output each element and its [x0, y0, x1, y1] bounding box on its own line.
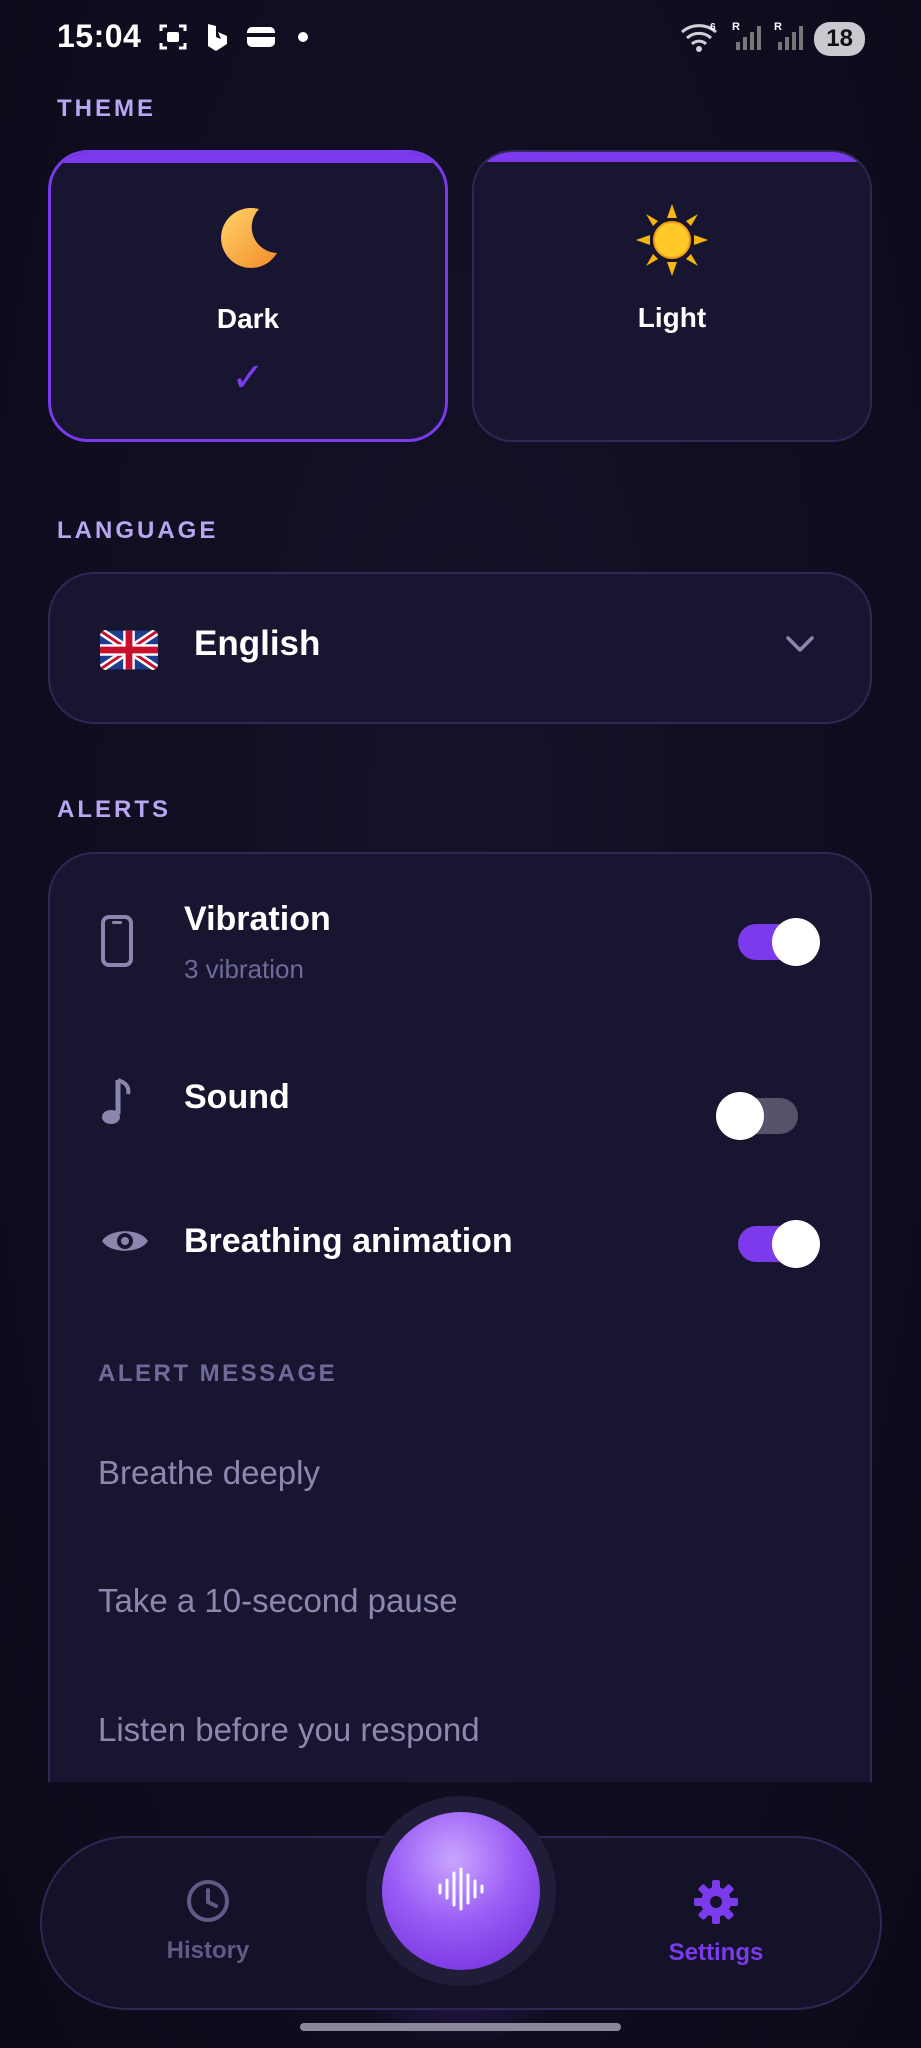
nav-settings-label: Settings — [668, 1939, 764, 1966]
battery-level: 18 — [814, 21, 865, 56]
status-icons-right: 6 R R 18 — [680, 20, 865, 57]
wallet-icon — [246, 22, 276, 52]
theme-label-light: Light — [637, 302, 707, 333]
section-label-language: LANGUAGE — [57, 517, 219, 544]
clock-icon — [128, 1878, 288, 1929]
alert-message-label: ALERT MESSAGE — [98, 1360, 338, 1387]
phone-vibration-icon — [100, 914, 134, 973]
alert-message-option[interactable]: Listen before you respond — [98, 1711, 480, 1749]
vibration-toggle[interactable] — [738, 918, 820, 966]
theme-option-light[interactable]: Light — [472, 150, 872, 442]
alert-message-option[interactable]: Breathe deeply — [98, 1454, 320, 1492]
sound-wave-icon — [436, 1867, 486, 1916]
section-label-alerts: ALERTS — [57, 796, 171, 823]
nav-history[interactable]: History — [128, 1878, 288, 1965]
vibration-title: Vibration — [184, 900, 331, 938]
theme-option-dark[interactable]: Dark ✓ — [48, 150, 448, 442]
alerts-card: Vibration 3 vibration Sound Breathing an… — [48, 852, 872, 1782]
sound-toggle[interactable] — [716, 1092, 798, 1140]
language-select[interactable]: English — [48, 572, 872, 724]
svg-text:R: R — [774, 21, 782, 33]
alert-message-option[interactable]: Take a 10-second pause — [98, 1582, 458, 1620]
wifi-icon: 6 — [680, 20, 720, 57]
svg-text:6: 6 — [710, 22, 716, 33]
section-label-theme: THEME — [57, 95, 156, 122]
vibration-subtitle: 3 vibration — [184, 954, 304, 984]
theme-label-dark: Dark — [216, 303, 280, 334]
status-icons — [158, 22, 308, 52]
sun-icon — [474, 204, 870, 291]
moon-icon — [51, 205, 445, 290]
gear-icon — [636, 1878, 796, 1931]
breathing-toggle[interactable] — [738, 1220, 820, 1268]
sound-title: Sound — [184, 1078, 290, 1116]
language-value: English — [194, 624, 321, 663]
nav-history-label: History — [166, 1937, 250, 1964]
check-icon: ✓ — [231, 356, 265, 400]
status-time: 15:04 — [57, 18, 142, 54]
listen-button[interactable] — [382, 1812, 540, 1970]
svg-text:R: R — [732, 21, 740, 33]
bing-icon — [202, 22, 232, 52]
eye-icon — [100, 1224, 150, 1263]
home-indicator[interactable] — [300, 2023, 621, 2031]
signal-icon-2: R — [772, 20, 804, 57]
music-note-icon — [100, 1076, 134, 1135]
uk-flag-icon — [100, 630, 158, 670]
notification-dot-icon — [298, 32, 308, 42]
chevron-down-icon — [784, 628, 816, 665]
signal-icon: R — [730, 20, 762, 57]
screenshot-icon — [158, 22, 188, 52]
theme-card-accent — [51, 153, 445, 163]
breathing-title: Breathing animation — [184, 1222, 513, 1260]
nav-settings[interactable]: Settings — [636, 1878, 796, 1967]
theme-card-accent — [474, 152, 870, 162]
